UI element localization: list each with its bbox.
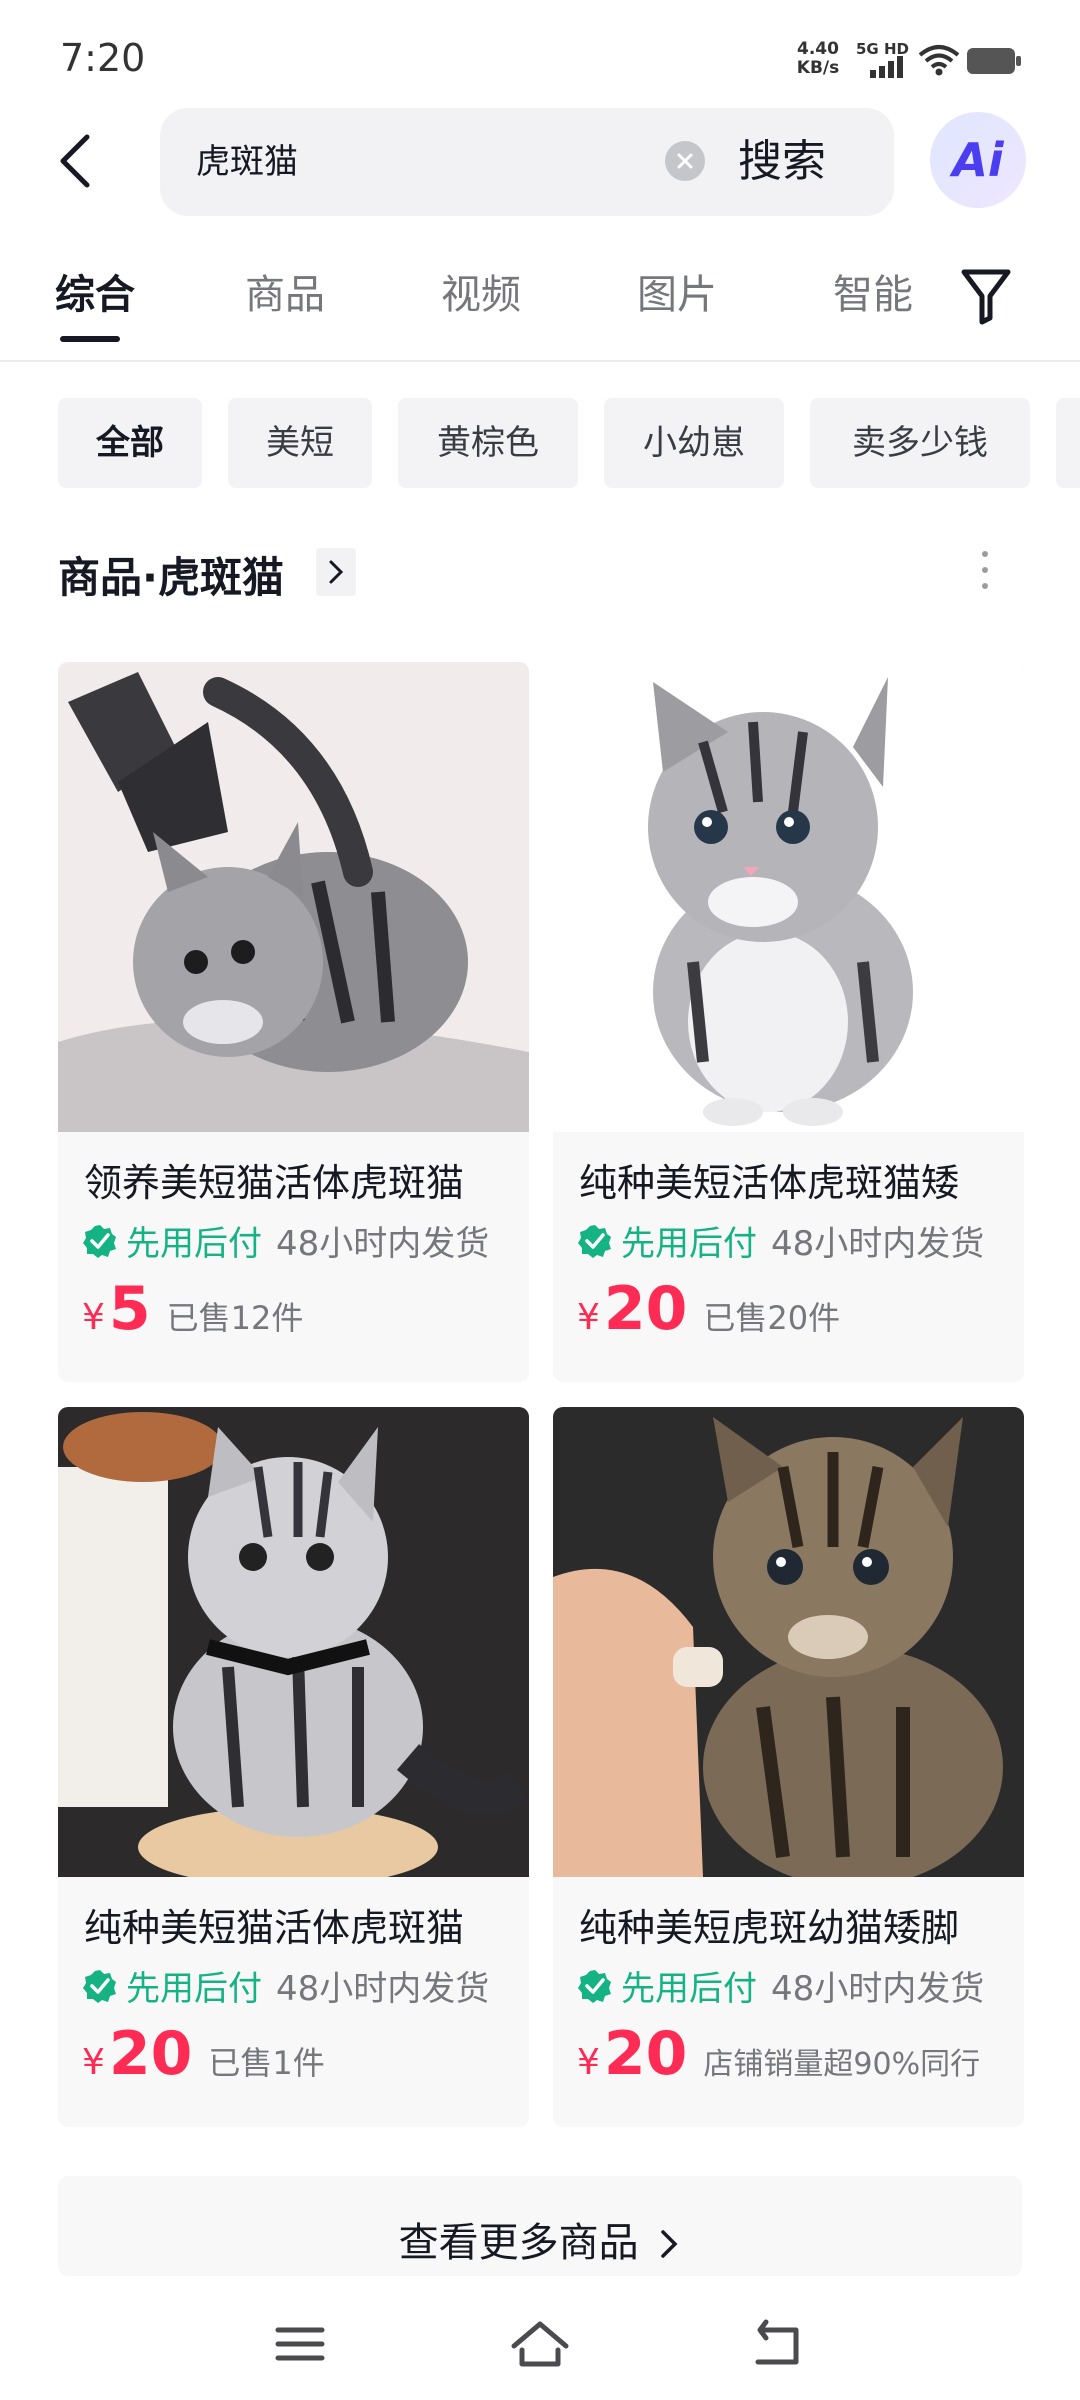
more-options-icon[interactable] <box>970 540 1000 600</box>
product-card[interactable]: 领养美短猫活体虎斑猫 先用后付 48小时内发货 ¥ 5 已售12件 <box>58 662 529 1382</box>
product-card[interactable]: 纯种美短虎斑幼猫矮脚 先用后付 48小时内发货 ¥ 20 店铺销量超90%同行 <box>553 1407 1024 2127</box>
chevron-right-icon <box>329 560 344 584</box>
tabs-divider <box>0 360 1080 362</box>
sales-count: 已售12件 <box>166 1299 304 1337</box>
product-meta: 先用后付 48小时内发货 <box>82 1216 489 1265</box>
network-speed-value: 4.40 <box>797 39 839 59</box>
ai-assistant-button[interactable]: Ai <box>930 112 1026 208</box>
currency-symbol: ¥ <box>82 2042 105 2083</box>
product-title: 领养美短猫活体虎斑猫 <box>84 1161 465 1205</box>
verified-check-icon <box>578 1224 611 1258</box>
home-icon[interactable] <box>510 2316 570 2372</box>
sales-count: 已售20件 <box>703 1299 841 1337</box>
verified-check-icon <box>83 1224 116 1258</box>
tab-products[interactable]: 商品 <box>230 262 340 326</box>
shipping-label: 48小时内发货 <box>771 1969 985 2009</box>
shipping-label: 48小时内发货 <box>771 1224 985 1264</box>
product-price-row: ¥ 20 已售1件 <box>82 2019 325 2089</box>
search-button[interactable]: 搜索 <box>738 108 826 216</box>
shipping-label: 48小时内发货 <box>276 1969 490 2009</box>
back-button[interactable] <box>40 120 110 202</box>
product-price-row: ¥ 20 已售20件 <box>577 1274 840 1344</box>
tab-comprehensive[interactable]: 综合 <box>40 262 150 326</box>
sales-count: 已售1件 <box>208 2044 325 2082</box>
back-arrow-icon <box>60 134 90 188</box>
chip-price[interactable]: 卖多少钱 <box>810 398 1030 488</box>
tab-images[interactable]: 图片 <box>622 262 732 326</box>
tab-smart[interactable]: 智能 <box>818 262 928 326</box>
network-speed: 4.40 KB/s <box>792 40 844 78</box>
signal-bars-icon <box>870 56 903 78</box>
pay-later-label: 先用后付 <box>621 1224 757 1264</box>
chip-kitten[interactable]: 小幼崽 <box>604 398 784 488</box>
product-meta: 先用后付 48小时内发货 <box>82 1961 489 2010</box>
tab-videos[interactable]: 视频 <box>426 262 536 326</box>
menu-icon[interactable] <box>270 2316 330 2372</box>
product-image <box>553 1407 1024 1877</box>
wifi-icon <box>918 45 960 76</box>
currency-symbol: ¥ <box>577 1297 600 1338</box>
currency-symbol: ¥ <box>577 2042 600 2083</box>
verified-check-icon <box>83 1969 116 2003</box>
battery-icon <box>967 48 1021 74</box>
product-image <box>58 662 529 1132</box>
chip-brown-color[interactable]: 黄棕色 <box>398 398 578 488</box>
pay-later-label: 先用后付 <box>126 1969 262 2009</box>
view-more-products-label: 查看更多商品 <box>58 2210 1022 2268</box>
active-tab-indicator <box>60 336 120 342</box>
product-meta: 先用后付 48小时内发货 <box>577 1216 984 1265</box>
product-meta: 先用后付 48小时内发货 <box>577 1961 984 2010</box>
pay-later-label: 先用后付 <box>621 1969 757 2009</box>
clear-search-button[interactable] <box>665 141 705 181</box>
back-nav-icon[interactable] <box>750 2316 810 2372</box>
product-card[interactable]: 纯种美短活体虎斑猫矮 先用后付 48小时内发货 ¥ 20 已售20件 <box>553 662 1024 1382</box>
chevron-right-icon <box>661 2230 678 2258</box>
view-more-products-button[interactable]: 查看更多商品 <box>58 2176 1022 2276</box>
section-title[interactable]: 商品·虎斑猫 <box>58 544 284 605</box>
system-nav-bar <box>0 2276 1080 2400</box>
product-image <box>553 662 1024 1132</box>
product-price: 20 <box>603 2019 688 2089</box>
sales-count: 店铺销量超90%同行 <box>703 2047 981 2082</box>
status-time: 7:20 <box>60 36 146 80</box>
product-image <box>58 1407 529 1877</box>
currency-symbol: ¥ <box>82 1297 105 1338</box>
network-speed-unit: KB/s <box>796 58 840 78</box>
shipping-label: 48小时内发货 <box>276 1224 490 1264</box>
product-price: 20 <box>108 2019 193 2089</box>
search-box[interactable]: 虎斑猫 搜索 <box>160 108 894 216</box>
product-price: 20 <box>603 1274 688 1344</box>
product-title: 纯种美短猫活体虎斑猫 <box>84 1906 465 1950</box>
pay-later-label: 先用后付 <box>126 1224 262 1264</box>
verified-check-icon <box>578 1969 611 2003</box>
product-price-row: ¥ 20 店铺销量超90%同行 <box>577 2019 980 2089</box>
chip-overflow[interactable] <box>1056 398 1080 488</box>
view-more-products-text: 查看更多商品 <box>398 2220 639 2266</box>
filter-funnel-icon[interactable] <box>956 260 1016 330</box>
section-more-button[interactable] <box>316 548 356 596</box>
ai-icon-label: Ai <box>952 133 1004 187</box>
product-title: 纯种美短活体虎斑猫矮 <box>579 1161 960 1205</box>
clear-icon <box>677 153 693 169</box>
chip-american-shorthair[interactable]: 美短 <box>228 398 372 488</box>
product-card[interactable]: 纯种美短猫活体虎斑猫 先用后付 48小时内发货 ¥ 20 已售1件 <box>58 1407 529 2127</box>
chip-all[interactable]: 全部 <box>58 398 202 488</box>
product-price-row: ¥ 5 已售12件 <box>82 1274 303 1344</box>
product-price: 5 <box>108 1274 151 1344</box>
search-input[interactable]: 虎斑猫 <box>196 108 298 216</box>
product-title: 纯种美短虎斑幼猫矮脚 <box>579 1906 960 1950</box>
